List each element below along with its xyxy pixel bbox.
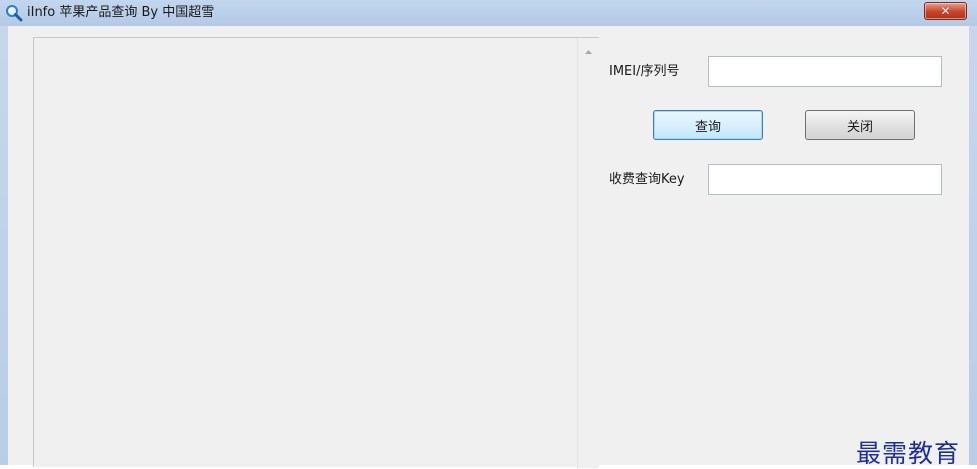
magnifier-icon (5, 4, 23, 22)
chevron-up-icon (585, 39, 592, 58)
window-title: iInfo 苹果产品查询 By 中国超雪 (27, 5, 215, 20)
result-textbox[interactable] (33, 37, 599, 468)
query-button[interactable]: 查询 (653, 110, 763, 140)
window-close-button[interactable]: ✕ (924, 2, 967, 20)
title-bar[interactable]: iInfo 苹果产品查询 By 中国超雪 ✕ (0, 0, 977, 26)
close-icon: ✕ (940, 4, 951, 18)
key-input[interactable] (708, 164, 942, 195)
close-button[interactable]: 关闭 (805, 110, 915, 140)
imei-label: IMEI/序列号 (609, 64, 680, 79)
imei-input[interactable] (708, 56, 942, 87)
app-window: iInfo 苹果产品查询 By 中国超雪 ✕ IMEI/序列号 查询 关闭 收费… (0, 0, 977, 468)
client-area: IMEI/序列号 查询 关闭 收费查询Key (8, 26, 969, 468)
scroll-up-button[interactable] (578, 40, 599, 56)
result-text (34, 38, 576, 468)
vertical-scrollbar[interactable] (577, 38, 599, 468)
key-label: 收费查询Key (609, 172, 685, 187)
